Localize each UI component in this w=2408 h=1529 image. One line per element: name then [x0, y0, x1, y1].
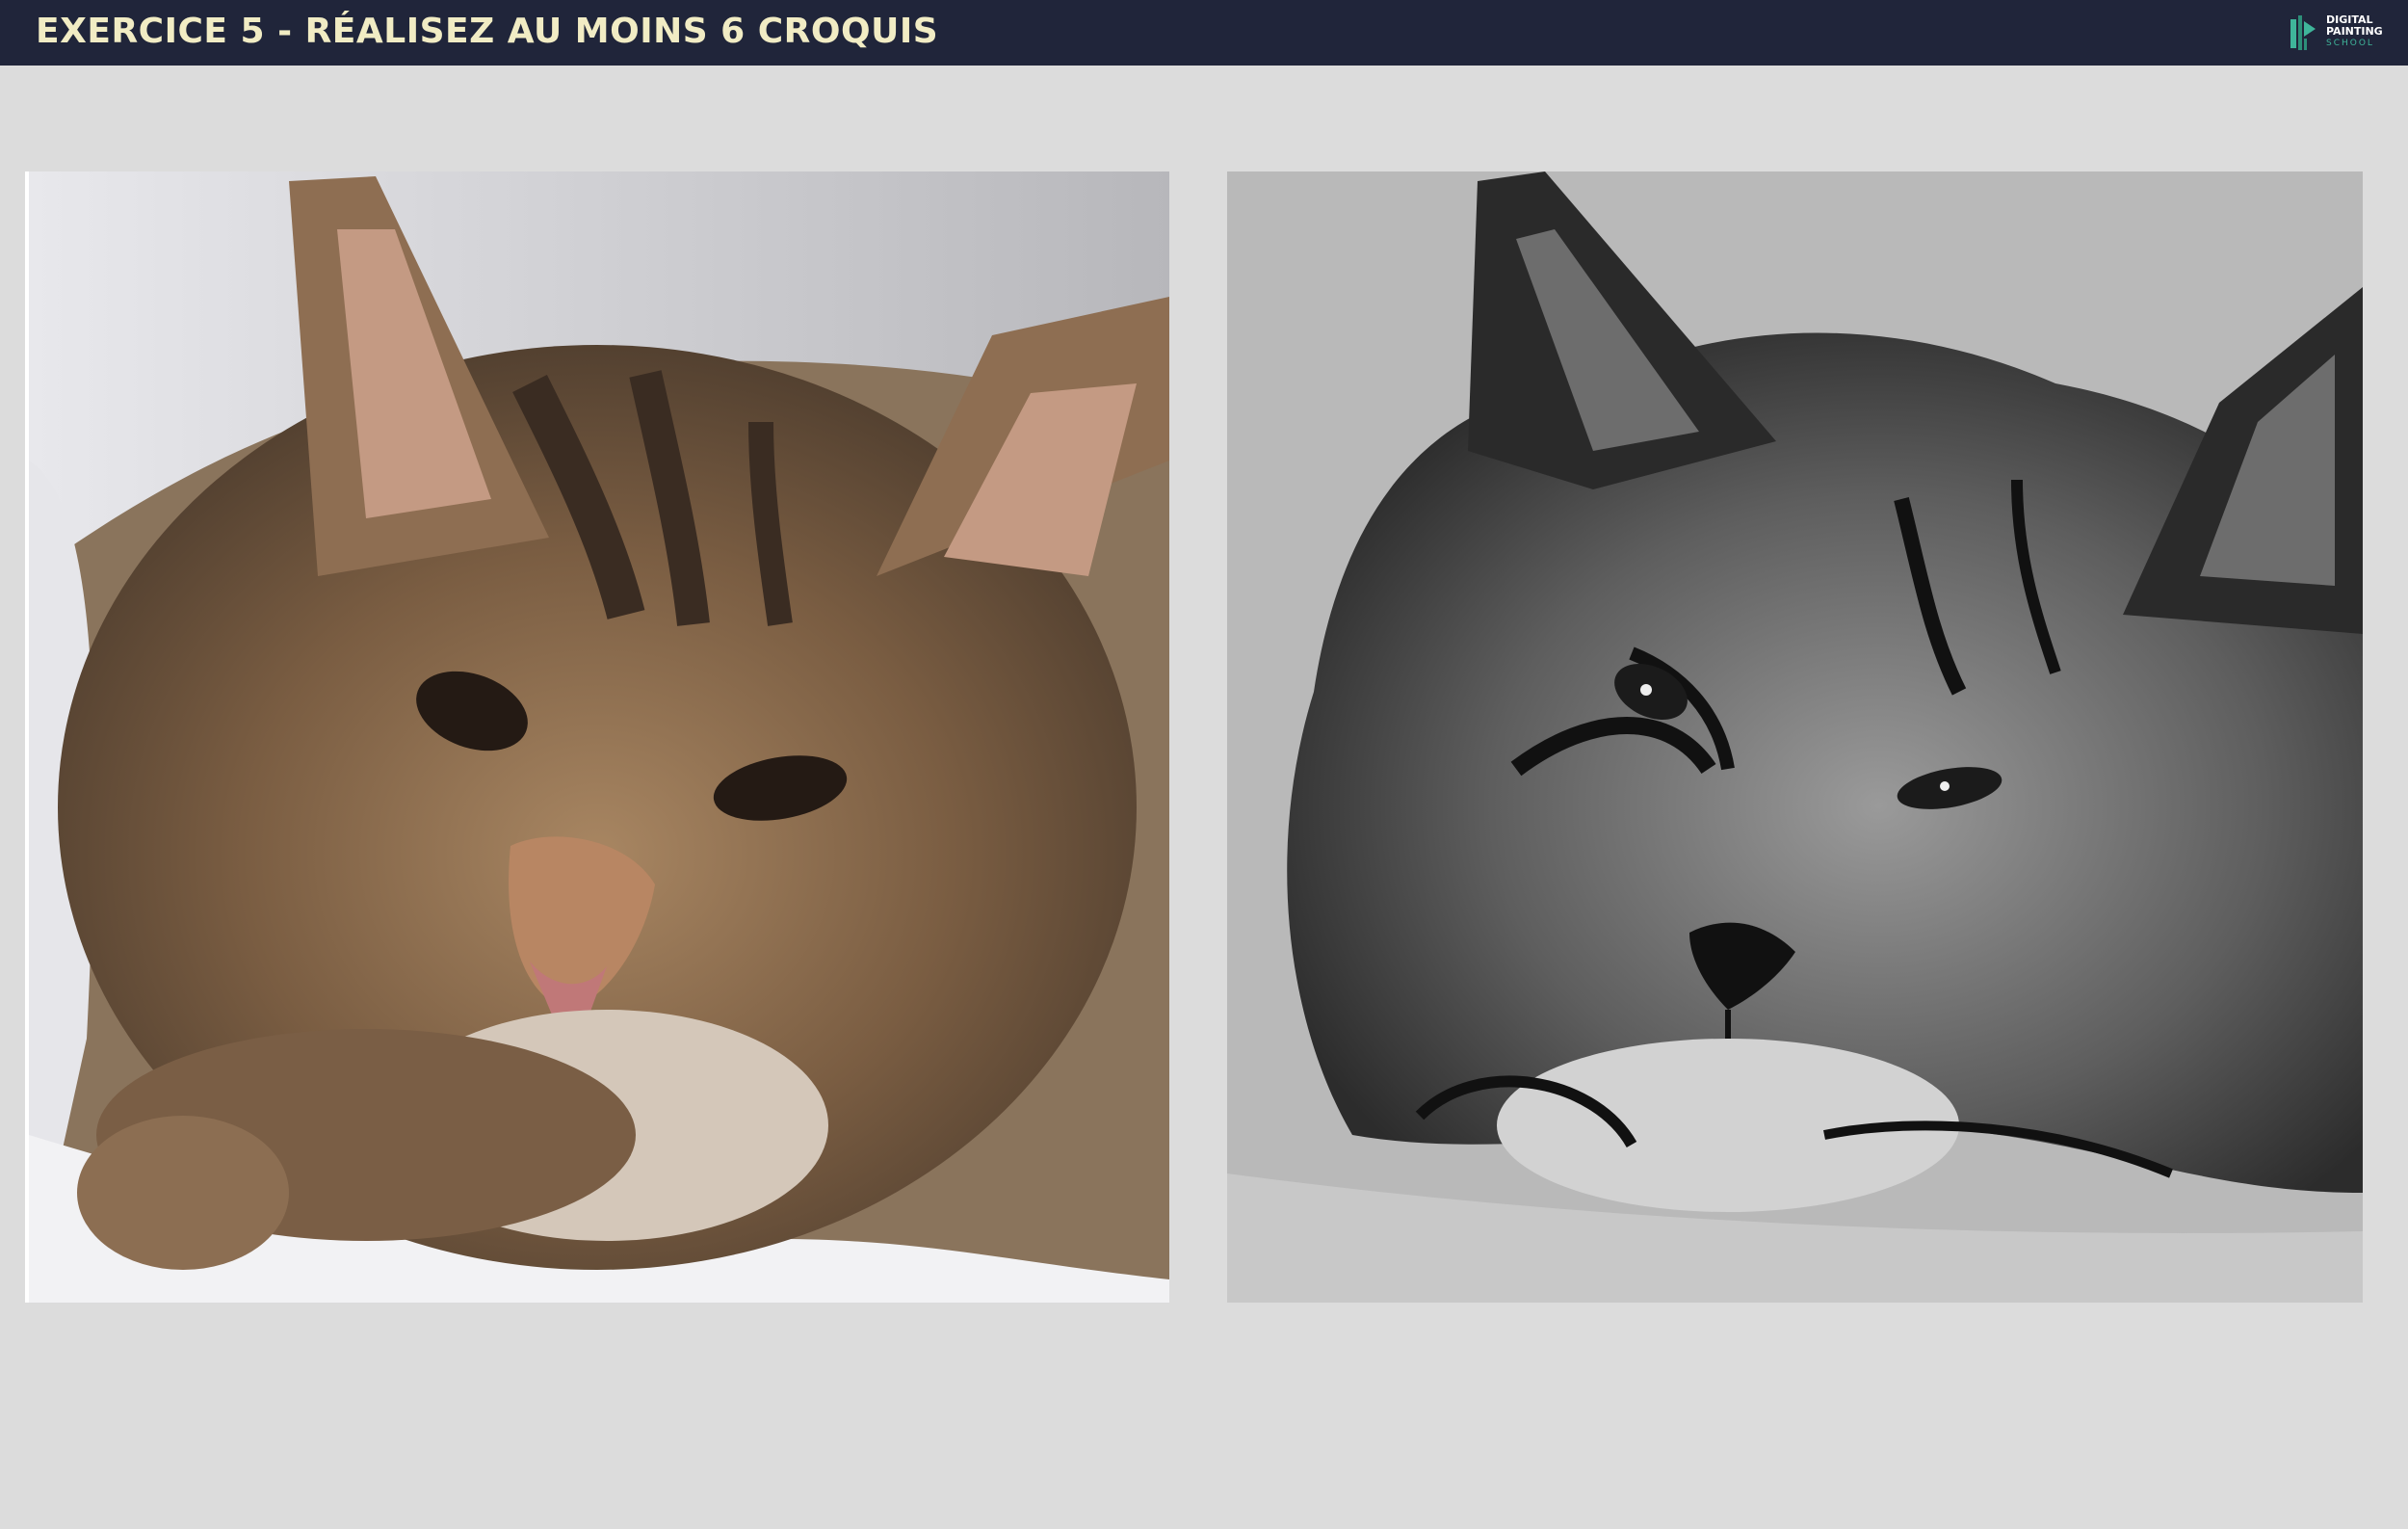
kitten-sketch-illustration	[1227, 171, 2363, 1303]
header-bar: EXERCICE 5 - RÉALISEZ AU MOINS 6 CROQUIS…	[0, 0, 2408, 66]
logo-icon	[2290, 15, 2316, 50]
page-title: EXERCICE 5 - RÉALISEZ AU MOINS 6 CROQUIS	[36, 12, 939, 51]
logo-text: DIGITAL PAINTING SCHOOL	[2326, 14, 2383, 49]
reference-photo	[25, 171, 1169, 1303]
logo-line-3: SCHOOL	[2326, 39, 2374, 48]
logo-line-2: PAINTING	[2326, 25, 2383, 38]
digital-painting-school-logo: DIGITAL PAINTING SCHOOL	[2287, 12, 2393, 54]
sketch-drawing	[1227, 171, 2363, 1303]
kitten-photo-illustration	[29, 171, 1169, 1303]
